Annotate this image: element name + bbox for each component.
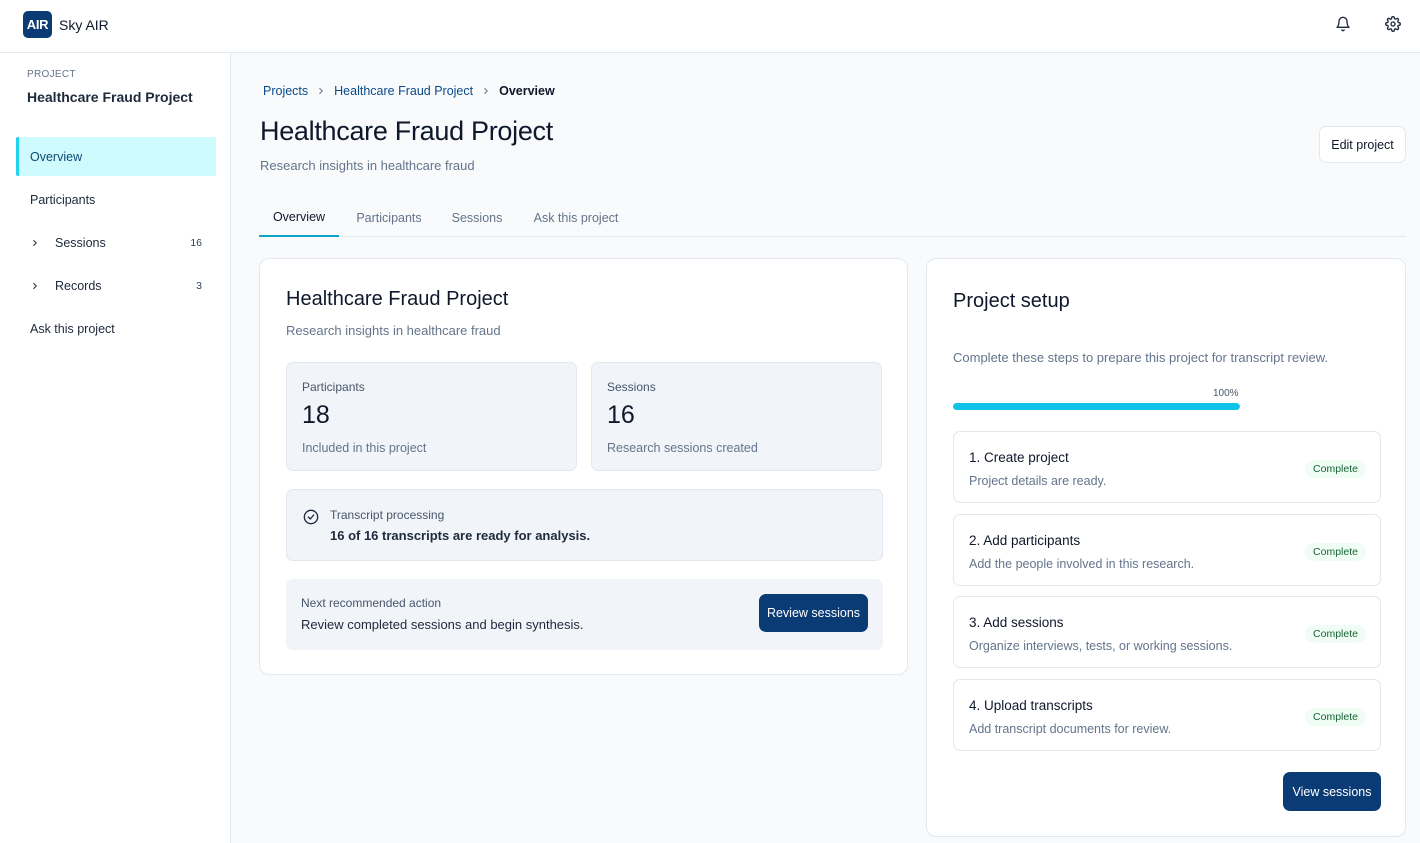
project-setup-card: Project setup Complete these steps to pr…: [926, 258, 1406, 837]
stat-description: Research sessions created: [607, 441, 758, 455]
setup-step: 2. Add participants Add the people invol…: [953, 514, 1381, 586]
breadcrumb-projects[interactable]: Projects: [263, 84, 308, 98]
sidebar-item-overview[interactable]: Overview: [16, 137, 216, 176]
setup-step: 1. Create project Project details are re…: [953, 431, 1381, 503]
processing-label: Transcript processing: [330, 508, 445, 522]
status-badge: Complete: [1305, 460, 1366, 478]
sidebar-item-records[interactable]: Records 3: [16, 266, 216, 305]
app-logo[interactable]: AIR: [23, 11, 52, 38]
stat-label: Sessions: [607, 380, 656, 394]
stat-value: 16: [607, 401, 635, 429]
records-count: 3: [196, 279, 202, 292]
progress-bar: [953, 403, 1240, 410]
step-description: Add transcript documents for review.: [969, 722, 1172, 736]
tab-sessions[interactable]: Sessions: [442, 199, 512, 237]
step-description: Project details are ready.: [969, 474, 1107, 488]
step-title: 2. Add participants: [969, 533, 1081, 548]
status-badge: Complete: [1305, 625, 1366, 643]
tab-participants[interactable]: Participants: [345, 199, 433, 237]
status-badge: Complete: [1305, 708, 1366, 726]
setup-step: 4. Upload transcripts Add transcript doc…: [953, 679, 1381, 751]
edit-project-button[interactable]: Edit project: [1319, 126, 1406, 163]
step-title: 4. Upload transcripts: [969, 698, 1093, 713]
transcript-processing-panel: Transcript processing 16 of 16 transcrip…: [286, 489, 883, 561]
app-name: Sky AIR: [59, 17, 109, 33]
next-action-label: Next recommended action: [301, 596, 442, 610]
view-sessions-button[interactable]: View sessions: [1283, 772, 1381, 811]
chevron-right-icon[interactable]: [30, 238, 40, 248]
chevron-right-icon: [484, 87, 488, 95]
overview-title: Healthcare Fraud Project: [286, 288, 509, 310]
tab-bar: Overview Participants Sessions Ask this …: [259, 199, 1406, 237]
chevron-right-icon[interactable]: [30, 281, 40, 291]
chevron-right-icon: [319, 87, 323, 95]
overview-card: Healthcare Fraud Project Research insigh…: [259, 258, 908, 675]
status-badge: Complete: [1305, 543, 1366, 561]
page-title: Healthcare Fraud Project: [260, 116, 553, 146]
tab-ask-this-project[interactable]: Ask this project: [521, 199, 631, 237]
sessions-count: 16: [190, 236, 202, 249]
bell-icon[interactable]: [1335, 16, 1351, 32]
stat-value: 18: [302, 401, 330, 429]
sidebar-item-label: Ask this project: [30, 321, 115, 336]
step-title: 3. Add sessions: [969, 615, 1064, 630]
breadcrumb-current: Overview: [499, 84, 555, 98]
top-bar: AIR Sky AIR: [0, 0, 1420, 53]
sidebar-item-label: Overview: [30, 149, 83, 164]
sessions-stat-card: Sessions 16 Research sessions created: [591, 362, 882, 471]
stat-description: Included in this project: [302, 441, 427, 455]
overview-subtitle: Research insights in healthcare fraud: [286, 323, 501, 338]
setup-title: Project setup: [953, 290, 1070, 312]
gear-icon[interactable]: [1385, 16, 1401, 32]
participants-stat-card: Participants 18 Included in this project: [286, 362, 577, 471]
next-action-panel: Next recommended action Review completed…: [286, 579, 883, 650]
breadcrumb: Projects Healthcare Fraud Project Overvi…: [263, 84, 555, 98]
page-subtitle: Research insights in healthcare fraud: [260, 158, 475, 173]
step-description: Organize interviews, tests, or working s…: [969, 639, 1233, 653]
step-description: Add the people involved in this research…: [969, 557, 1195, 571]
step-title: 1. Create project: [969, 450, 1069, 465]
sidebar-item-participants[interactable]: Participants: [16, 180, 216, 219]
sidebar-kicker: PROJECT: [27, 69, 76, 80]
setup-step: 3. Add sessions Organize interviews, tes…: [953, 596, 1381, 668]
sidebar-item-label: Sessions: [55, 235, 106, 250]
progress-percent: 100%: [1213, 388, 1239, 399]
progress-bar-fill: [953, 403, 1240, 410]
sidebar-item-sessions[interactable]: Sessions 16: [16, 223, 216, 262]
processing-status: 16 of 16 transcripts are ready for analy…: [330, 528, 591, 543]
breadcrumb-project[interactable]: Healthcare Fraud Project: [334, 84, 473, 98]
sidebar-item-label: Participants: [30, 192, 96, 207]
sidebar-item-ask-this-project[interactable]: Ask this project: [16, 309, 216, 348]
setup-subtitle: Complete these steps to prepare this pro…: [953, 350, 1329, 365]
next-action-text: Review completed sessions and begin synt…: [301, 617, 584, 632]
sidebar-project-name: Healthcare Fraud Project: [27, 89, 193, 105]
review-sessions-button[interactable]: Review sessions: [759, 594, 868, 632]
tab-overview[interactable]: Overview: [259, 199, 339, 237]
check-circle-icon: [303, 509, 319, 525]
sidebar-item-label: Records: [55, 278, 102, 293]
sidebar: PROJECT Healthcare Fraud Project Overvie…: [0, 53, 231, 843]
stat-label: Participants: [302, 380, 365, 394]
